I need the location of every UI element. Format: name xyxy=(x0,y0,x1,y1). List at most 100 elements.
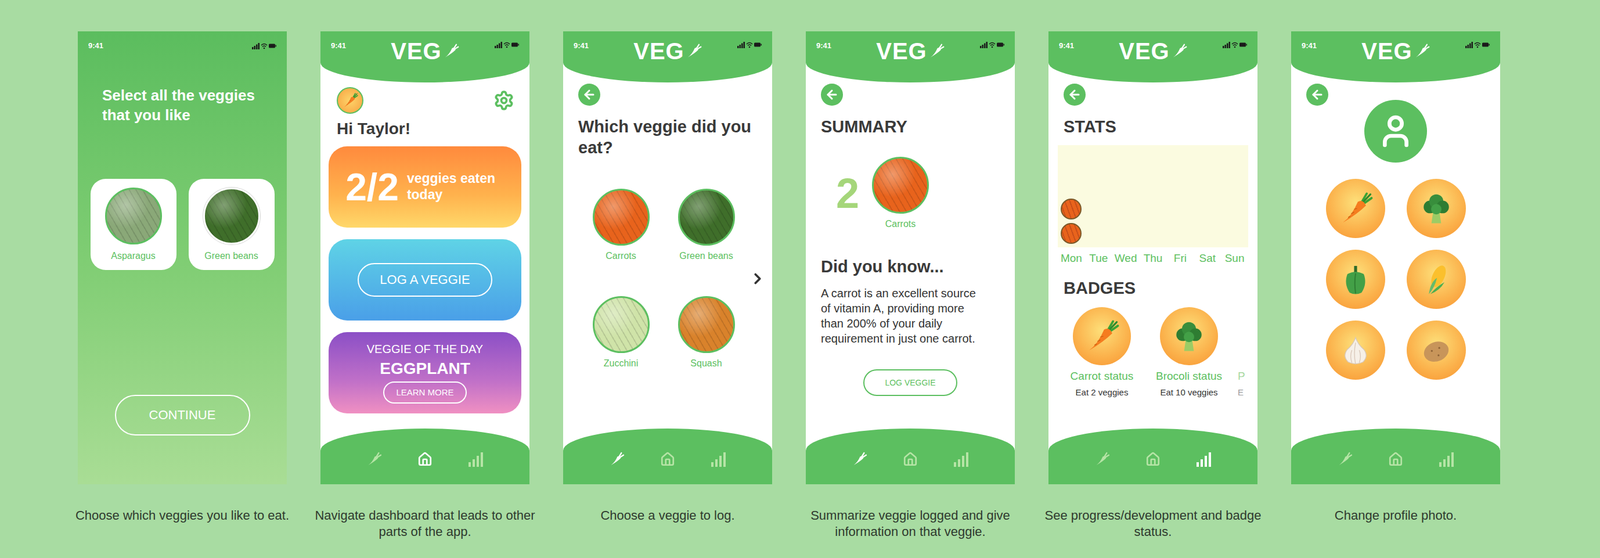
showcase-page: 9:41Select all the veggies that you like… xyxy=(0,0,1600,558)
nav-stats-button[interactable] xyxy=(467,450,485,468)
veggie-option-card[interactable]: Green beans xyxy=(188,178,275,270)
veggie-options: AsparagusGreen beans xyxy=(77,178,287,270)
nav-stats-button[interactable] xyxy=(1195,450,1213,468)
log-veggie-button[interactable]: LOG VEGGIE xyxy=(863,369,958,396)
profile-photo xyxy=(1364,99,1427,163)
app-logo: VEG xyxy=(1118,39,1187,63)
veggie-photo[interactable] xyxy=(592,188,650,246)
nav-home-button[interactable] xyxy=(658,450,677,468)
page-title: Which veggie did you eat? xyxy=(578,116,758,159)
status-time: 9:41 xyxy=(330,39,366,50)
nav-stats-button[interactable] xyxy=(1438,450,1456,468)
status-icons xyxy=(484,39,520,49)
badges-title: BADGES xyxy=(1063,278,1243,298)
badge[interactable]: Carrot statusEat 2 veggies xyxy=(1063,307,1141,398)
photo-option[interactable] xyxy=(1325,249,1386,309)
nav-home-button[interactable] xyxy=(1386,450,1405,468)
next-button[interactable] xyxy=(748,269,767,288)
app-header: 9:41 VEG xyxy=(1048,31,1258,83)
badge-circle xyxy=(1237,307,1258,366)
badge-circle xyxy=(1159,307,1218,366)
nav-stats-button[interactable] xyxy=(952,450,971,468)
arrow-left-icon xyxy=(1067,87,1082,102)
veggie-item[interactable]: Zucchini xyxy=(578,296,664,369)
bottom-nav xyxy=(563,428,773,485)
status-icon xyxy=(1222,41,1248,49)
veggie-option-card[interactable]: Asparagus xyxy=(90,178,177,270)
nav-home-button[interactable] xyxy=(901,450,920,468)
veggie-item[interactable]: Squash xyxy=(663,296,749,369)
choose-phone: 9:41 VEG Which veggie did you eat? Carrots G… xyxy=(563,31,773,485)
log-card: LOG A VEGGIE xyxy=(328,239,522,321)
veggie-photo xyxy=(871,156,929,214)
veggie-item[interactable]: Green beans xyxy=(663,188,749,262)
photo-option[interactable] xyxy=(1325,320,1386,380)
potato-icon xyxy=(1417,331,1455,369)
app-header: 9:41 VEG xyxy=(563,31,773,83)
progress-card: 2/2veggies eaten today xyxy=(328,146,522,228)
nav-stats-button[interactable] xyxy=(710,450,728,468)
nav-log-button[interactable] xyxy=(1093,450,1111,468)
profile-avatar[interactable] xyxy=(336,87,364,114)
learn-more-button[interactable]: LEARN MORE xyxy=(383,381,467,404)
settings-button[interactable] xyxy=(493,89,515,111)
veggie-of-day-card: VEGGIE OF THE DAYEGGPLANTLEARN MORE xyxy=(328,332,522,414)
screen-caption: Summarize veggie logged and give informa… xyxy=(794,507,1027,540)
arrow-left-icon xyxy=(1310,87,1325,102)
status-time: 9:41 xyxy=(1058,39,1094,50)
back-button[interactable] xyxy=(1306,83,1329,106)
greeting: Hi Taylor! xyxy=(320,119,530,139)
page-title: STATS xyxy=(1063,116,1243,138)
veggie-label: Green beans xyxy=(679,250,734,262)
photo-option[interactable] xyxy=(1406,249,1466,309)
photo-options xyxy=(1306,178,1486,380)
screen-caption: Choose which veggies you like to eat. xyxy=(71,507,293,524)
veggie-grid: Carrots Green beans ZucchiniSquash xyxy=(578,188,749,369)
badge[interactable]: PE xyxy=(1237,307,1258,398)
app-logo: VEG xyxy=(876,39,944,63)
continue-button[interactable]: CONTINUE xyxy=(114,394,251,436)
photo-option[interactable] xyxy=(1325,178,1386,239)
status-time: 9:41 xyxy=(1301,39,1337,50)
status-time: 9:41 xyxy=(573,39,609,50)
back-button[interactable] xyxy=(820,83,843,106)
badge-requirement: Eat 2 veggies xyxy=(1075,387,1129,398)
logged-count: 2 xyxy=(835,172,860,215)
chart-day-label: Wed xyxy=(1112,251,1140,265)
status-icons xyxy=(241,40,277,50)
veggie-photo[interactable] xyxy=(592,296,650,353)
app-logo: VEG xyxy=(1361,39,1430,63)
chart-day-label: Fri xyxy=(1166,251,1194,265)
badge-requirement: E xyxy=(1237,387,1244,398)
home-icon xyxy=(1388,451,1404,467)
veggie-item[interactable]: Carrots xyxy=(578,188,664,262)
status-icon xyxy=(494,41,520,49)
veggie-photo[interactable] xyxy=(678,188,735,246)
status-icon xyxy=(251,42,277,50)
nav-log-button[interactable] xyxy=(850,450,868,468)
home-icon xyxy=(902,451,918,467)
weekly-chart xyxy=(1057,145,1249,248)
photo-option[interactable] xyxy=(1406,320,1466,380)
photo-option[interactable] xyxy=(1406,178,1466,239)
badges-row: Carrot statusEat 2 veggiesBrocoli status… xyxy=(1063,307,1258,398)
stats-icon xyxy=(1438,451,1455,467)
fact-text: A carrot is an excellent source of vitam… xyxy=(820,285,1000,347)
broccoli-icon xyxy=(1417,189,1455,227)
nav-home-button[interactable] xyxy=(416,450,434,468)
chart-veggie-dot xyxy=(1060,222,1082,244)
nav-home-button[interactable] xyxy=(1144,450,1162,468)
nav-log-button[interactable] xyxy=(365,450,383,468)
back-button[interactable] xyxy=(578,83,601,106)
app-header: 9:41VEG xyxy=(805,31,1015,83)
log-veggie-button[interactable]: LOG A VEGGIE xyxy=(357,262,493,297)
badge[interactable]: Brocoli statusEat 10 veggies xyxy=(1150,307,1228,398)
nav-log-button[interactable] xyxy=(607,450,626,468)
app-logo: VEG xyxy=(633,39,702,63)
fact-title: Did you know... xyxy=(820,257,1000,277)
nav-log-button[interactable] xyxy=(1335,450,1354,468)
chart-days: MonTueWedThuFriSatSun xyxy=(1057,251,1249,265)
screen-caption: See progress/development and badge statu… xyxy=(1036,507,1270,540)
back-button[interactable] xyxy=(1063,83,1086,106)
veggie-photo[interactable] xyxy=(678,296,735,353)
